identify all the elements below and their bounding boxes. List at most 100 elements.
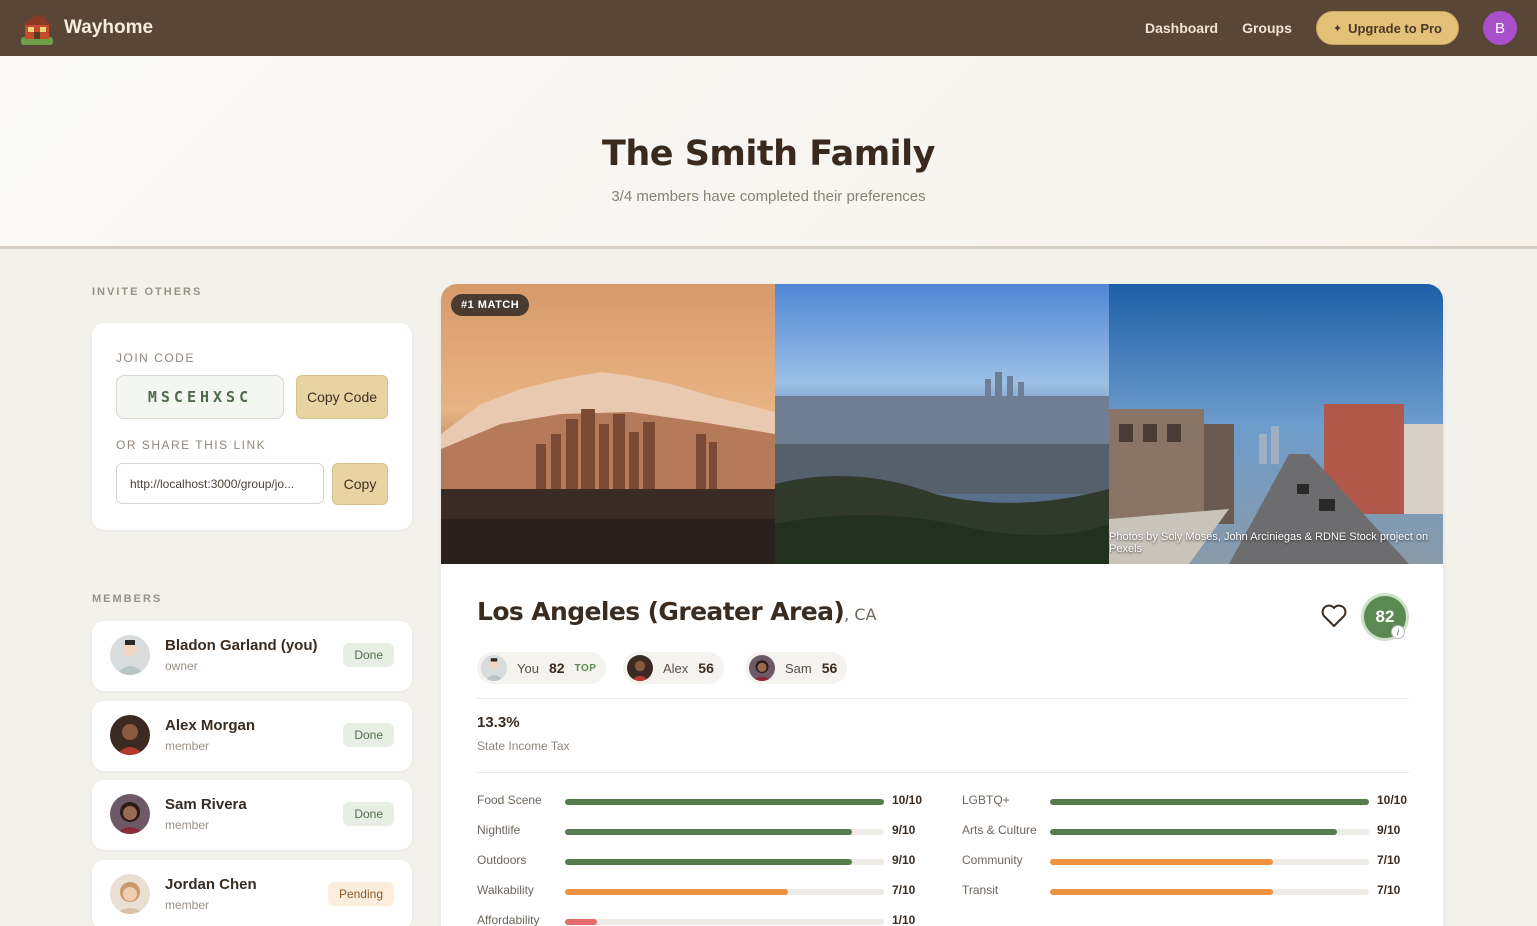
photo-credit: Photos by Soly Moses, John Arciniegas & … (1109, 531, 1429, 555)
metric-label: Food Scene (477, 793, 542, 807)
member-role: member (165, 898, 210, 912)
city-photo-skyline[interactable]: #1 MATCH (441, 284, 775, 564)
metric-row: Nightlife 9/10 (477, 822, 927, 840)
metric-bar-track (1050, 799, 1369, 805)
metric-label: Outdoors (477, 853, 527, 867)
city-name: Los Angeles (Greater Area), CA (477, 597, 876, 626)
avatar (749, 655, 775, 681)
member-role: owner (165, 659, 198, 673)
share-link-label: OR SHARE THIS LINK (116, 438, 267, 452)
avatar (110, 715, 150, 755)
city-photo-street[interactable]: Photos by Soly Moses, John Arciniegas & … (1109, 284, 1443, 564)
join-code-label: JOIN CODE (116, 351, 195, 365)
metric-bar-fill (565, 889, 789, 895)
metric-value: 10/10 (892, 793, 923, 807)
member-name: Bladon Garland (you) (165, 637, 318, 654)
avatar (481, 655, 507, 681)
member-card[interactable]: Bladon Garland (you) owner Done (92, 621, 412, 691)
metric-bar-fill (1050, 829, 1338, 835)
group-progress-text: 3/4 members have completed their prefere… (611, 188, 926, 205)
metric-bar-track (565, 919, 884, 925)
metric-row: LGBTQ+ 10/10 (962, 792, 1412, 810)
group-header: The Smith Family 3/4 members have comple… (0, 56, 1537, 249)
metric-row: Transit 7/10 (962, 882, 1412, 900)
metric-bar-track (1050, 889, 1369, 895)
member-card[interactable]: Sam Rivera member Done (92, 780, 412, 850)
metric-value: 1/10 (892, 913, 916, 926)
city-photo-aerial[interactable] (775, 284, 1109, 564)
metric-bar-fill (1050, 889, 1274, 895)
metric-value: 9/10 (892, 853, 916, 867)
join-code-display[interactable]: MSCEHXSC (116, 375, 284, 419)
share-link-field[interactable]: http://localhost:3000/group/jo... (116, 463, 324, 504)
heart-icon[interactable] (1321, 604, 1347, 628)
member-score-pill: You 82 TOP (477, 652, 607, 684)
metric-bar-fill (1050, 799, 1369, 805)
member-card[interactable]: Jordan Chen member Pending (92, 860, 412, 926)
metric-row: Community 7/10 (962, 852, 1412, 870)
member-score-value: 82 (548, 660, 565, 676)
tax-value: 13.3% (477, 714, 520, 731)
metric-label: Community (962, 853, 1023, 867)
metric-value: 7/10 (1377, 853, 1401, 867)
invite-section-label: INVITE OTHERS (92, 286, 203, 298)
metric-row: Food Scene 10/10 (477, 792, 927, 810)
members-section-label: MEMBERS (92, 593, 163, 605)
avatar (110, 874, 150, 914)
avatar (110, 794, 150, 834)
metric-label: Nightlife (477, 823, 521, 837)
member-score-value: 56 (698, 660, 714, 676)
metric-value: 9/10 (1377, 823, 1401, 837)
metric-label: Affordability (477, 913, 540, 926)
status-badge: Done (343, 802, 394, 826)
brand-name[interactable]: Wayhome (64, 17, 153, 39)
match-rank-badge: #1 MATCH (451, 294, 530, 316)
metric-value: 10/10 (1377, 793, 1408, 807)
metric-bar-track (1050, 829, 1369, 835)
status-badge: Done (343, 643, 394, 667)
member-score-value: 56 (821, 660, 838, 676)
nav-dashboard-link[interactable]: Dashboard (1145, 20, 1218, 36)
city-state: , CA (844, 605, 877, 624)
city-title: Los Angeles (Greater Area) (477, 597, 845, 626)
avatar (627, 655, 653, 681)
invite-card: JOIN CODE MSCEHXSC Copy Code OR SHARE TH… (92, 323, 412, 530)
metric-label: LGBTQ+ (962, 793, 1010, 807)
house-logo-icon[interactable] (18, 9, 56, 47)
user-avatar[interactable]: B (1483, 11, 1517, 45)
member-name: Sam Rivera (165, 796, 247, 813)
tax-label: State Income Tax (477, 739, 570, 753)
metric-bar-fill (565, 799, 884, 805)
top-navbar: Wayhome Dashboard Groups ✦ Upgrade to Pr… (0, 0, 1537, 56)
metric-value: 9/10 (892, 823, 916, 837)
metric-label: Walkability (477, 883, 534, 897)
member-score-pill: Sam 56 (745, 652, 848, 684)
city-photo-strip: #1 MATCH Photos by Soly Moses, John Arci… (441, 284, 1443, 564)
metric-bar-fill (565, 859, 853, 865)
member-score-name: You (517, 660, 539, 676)
metric-label: Transit (962, 883, 999, 897)
member-score-name: Alex (663, 660, 689, 676)
metric-bar-fill (565, 829, 853, 835)
member-score-pill: Alex 56 (623, 652, 724, 684)
status-badge: Done (343, 723, 394, 747)
metric-bar-track (565, 829, 884, 835)
group-title: The Smith Family (602, 134, 935, 174)
copy-code-button[interactable]: Copy Code (296, 375, 388, 419)
copy-link-button[interactable]: Copy (332, 463, 388, 505)
metric-value: 7/10 (1377, 883, 1401, 897)
upgrade-button[interactable]: ✦ Upgrade to Pro (1315, 11, 1459, 45)
member-score-name: Sam (785, 660, 812, 676)
info-icon[interactable]: i (1391, 625, 1405, 639)
member-name: Alex Morgan (165, 717, 256, 734)
member-role: member (165, 739, 210, 753)
metric-row: Arts & Culture 9/10 (962, 822, 1412, 840)
metric-label: Arts & Culture (962, 823, 1037, 837)
metric-bar-fill (1050, 859, 1274, 865)
sparkle-icon: ✦ (1332, 22, 1343, 35)
divider (477, 698, 1409, 699)
member-card[interactable]: Alex Morgan member Done (92, 701, 412, 771)
nav-groups-link[interactable]: Groups (1242, 20, 1292, 36)
metric-row: Outdoors 9/10 (477, 852, 927, 870)
status-badge: Pending (327, 882, 394, 906)
